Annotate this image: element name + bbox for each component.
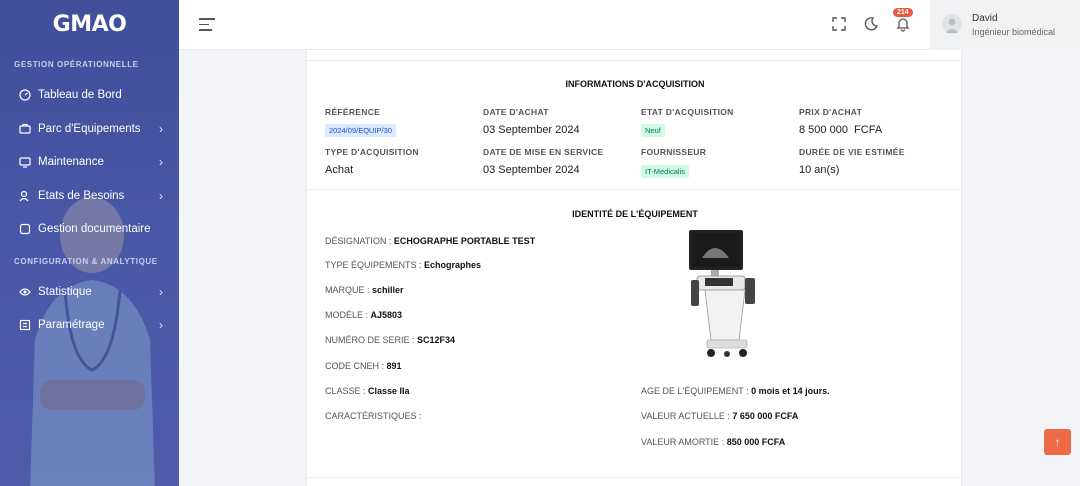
lifespan-label: DURÉE DE VIE ESTIMÉE xyxy=(799,147,905,157)
user-name: David xyxy=(972,13,998,24)
equipment-age-label: AGE DE L'ÉQUIPEMENT : xyxy=(641,386,752,396)
document-icon xyxy=(18,222,32,236)
serial-number-value: SC12F34 xyxy=(417,335,456,345)
acquisition-state-label: ETAT D'ACQUISITION xyxy=(641,107,734,117)
sidebar-item-label: Paramétrage xyxy=(38,319,105,331)
sidebar-item-settings[interactable]: Paramétrage › xyxy=(0,312,179,338)
section-title-operations: GESTION OPÉRATIONNELLE xyxy=(14,60,139,69)
class-label: CLASSE : xyxy=(325,386,369,396)
chevron-right-icon: › xyxy=(159,318,163,332)
maintenance-icon xyxy=(18,155,32,169)
needs-icon xyxy=(18,189,32,203)
sidebar: GMAO GESTION OPÉRATIONNELLE Tableau de B… xyxy=(0,0,179,486)
brand-value: schiller xyxy=(372,285,404,295)
service-date-value: 03 September 2024 xyxy=(483,164,580,176)
amortized-value-value: 850 000 FCFA xyxy=(726,437,786,447)
menu-toggle-icon[interactable] xyxy=(199,18,215,32)
app-logo[interactable]: GMAO xyxy=(0,12,179,37)
sidebar-item-label: Tableau de Bord xyxy=(38,89,122,101)
designation-label: DÉSIGNATION : xyxy=(325,236,394,246)
sidebar-item-equipment[interactable]: Parc d'Equipements › xyxy=(0,116,179,142)
equipment-age-value: 0 mois et 14 jours. xyxy=(751,386,830,396)
supplier-label: FOURNISSEUR xyxy=(641,147,707,157)
class-value: Classe IIa xyxy=(368,386,410,396)
user-role: Ingénieur biomédical xyxy=(972,27,1056,37)
characteristics-label: CARACTÉRISTIQUES : xyxy=(325,411,422,421)
sidebar-item-maintenance[interactable]: Maintenance › xyxy=(0,149,179,175)
amortized-value-row: VALEUR AMORTIE : 850 000 FCFA xyxy=(641,437,785,447)
notification-bell-icon[interactable] xyxy=(895,16,911,32)
reference-label: RÉFÉRENCE xyxy=(325,107,381,117)
serial-number-row: NUMÉRO DE SERIE : SC12F34 xyxy=(325,335,455,345)
chevron-right-icon: › xyxy=(159,155,163,169)
sidebar-item-documents[interactable]: Gestion documentaire xyxy=(0,216,179,242)
current-value-label: VALEUR ACTUELLE : xyxy=(641,411,733,421)
cneh-code-label: CODE CNEH : xyxy=(325,361,387,371)
serial-number-label: NUMÉRO DE SERIE : xyxy=(325,335,418,345)
sidebar-item-label: Gestion documentaire xyxy=(38,223,151,235)
divider xyxy=(307,189,963,190)
scroll-to-top-button[interactable]: ↑ xyxy=(1044,429,1071,455)
dashboard-icon xyxy=(18,88,32,102)
designation-value: ECHOGRAPHE PORTABLE TEST xyxy=(393,236,536,246)
equipment-type-value: Echographes xyxy=(424,260,482,270)
current-value-value: 7 650 000 FCFA xyxy=(732,411,799,421)
acquisition-type-label: TYPE D'ACQUISITION xyxy=(325,147,419,157)
settings-icon xyxy=(18,318,32,332)
equipment-type-row: TYPE ÉQUIPEMENTS : Echographes xyxy=(325,260,481,270)
equipment-photo xyxy=(689,230,755,357)
equipment-age-row: AGE DE L'ÉQUIPEMENT : 0 mois et 14 jours… xyxy=(641,386,830,396)
designation-row: DÉSIGNATION : ECHOGRAPHE PORTABLE TEST xyxy=(325,236,535,246)
current-value-row: VALEUR ACTUELLE : 7 650 000 FCFA xyxy=(641,411,798,421)
purchase-price-value: 8 500 000 FCFA xyxy=(799,124,883,136)
brand-label: MARQUE : xyxy=(325,285,373,295)
acquisition-type-value: Achat xyxy=(325,164,354,176)
user-menu[interactable]: David Ingénieur biomédical xyxy=(930,0,1080,50)
chevron-right-icon: › xyxy=(159,285,163,299)
sidebar-item-dashboard[interactable]: Tableau de Bord xyxy=(0,82,179,108)
fullscreen-icon[interactable] xyxy=(831,16,847,32)
model-row: MODÈLE : AJ5803 xyxy=(325,310,402,320)
sidebar-item-label: Etats de Besoins xyxy=(38,190,125,202)
statistics-icon xyxy=(18,285,32,299)
equipment-icon xyxy=(18,122,32,136)
supplier-badge: IT-Medicalis xyxy=(641,165,690,178)
chevron-right-icon: › xyxy=(159,122,163,136)
acquisition-state-badge: Neuf xyxy=(641,124,665,137)
characteristics-row: CARACTÉRISTIQUES : xyxy=(325,411,422,421)
model-value: AJ5803 xyxy=(370,310,403,320)
equipment-detail-card: INFORMATIONS D'ACQUISITION RÉFÉRENCE 202… xyxy=(306,50,963,486)
sidebar-item-needs[interactable]: Etats de Besoins › xyxy=(0,183,179,209)
chevron-right-icon: › xyxy=(159,189,163,203)
service-date-label: DATE DE MISE EN SERVICE xyxy=(483,147,604,157)
equipment-type-label: TYPE ÉQUIPEMENTS : xyxy=(325,260,425,270)
amortized-value-label: VALEUR AMORTIE : xyxy=(641,437,727,447)
divider xyxy=(307,60,963,61)
lifespan-value: 10 an(s) xyxy=(799,164,840,176)
section-title-configuration: CONFIGURATION & ANALYTIQUE xyxy=(14,257,158,266)
purchase-price-label: PRIX D'ACHAT xyxy=(799,107,863,117)
identity-section-title: IDENTITÉ DE L'ÉQUIPEMENT xyxy=(572,209,698,219)
divider xyxy=(307,477,963,478)
model-label: MODÈLE : xyxy=(325,310,371,320)
sidebar-item-statistics[interactable]: Statistique › xyxy=(0,279,179,305)
purchase-date-label: DATE D'ACHAT xyxy=(483,107,549,117)
reference-badge: 2024/09/EQUIP/30 xyxy=(325,124,396,137)
sidebar-item-label: Statistique xyxy=(38,286,92,298)
acquisition-section-title: INFORMATIONS D'ACQUISITION xyxy=(565,79,705,89)
dark-mode-icon[interactable] xyxy=(863,16,879,32)
top-header: 214 David Ingénieur biomédical xyxy=(179,0,1080,50)
purchase-date-value: 03 September 2024 xyxy=(483,124,580,136)
brand-row: MARQUE : schiller xyxy=(325,285,404,295)
class-row: CLASSE : Classe IIa xyxy=(325,386,410,396)
cneh-code-value: 891 xyxy=(386,361,402,371)
sidebar-item-label: Maintenance xyxy=(38,156,104,168)
sidebar-item-label: Parc d'Equipements xyxy=(38,123,141,135)
notification-count-badge: 214 xyxy=(893,8,913,17)
avatar xyxy=(942,14,962,34)
cneh-code-row: CODE CNEH : 891 xyxy=(325,361,402,371)
